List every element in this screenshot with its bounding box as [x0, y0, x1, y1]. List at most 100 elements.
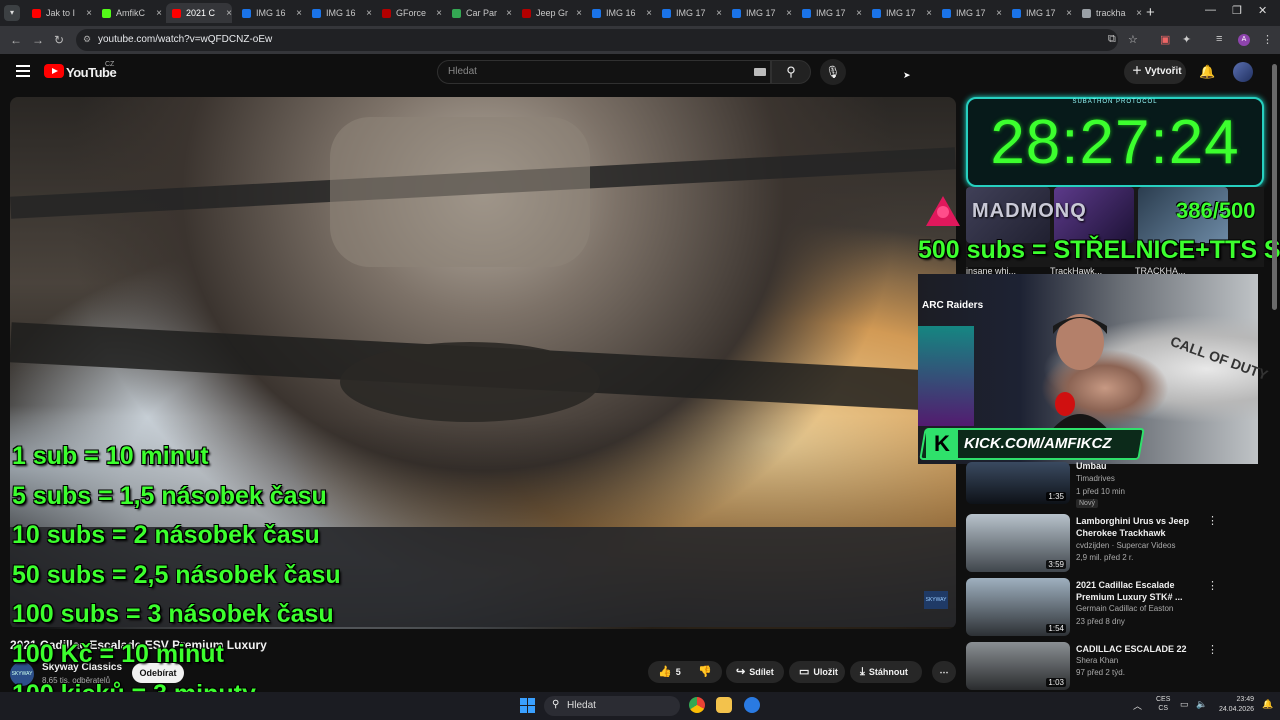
new-tab-button[interactable]: +: [1146, 4, 1155, 21]
tab-close-icon[interactable]: ×: [156, 8, 162, 19]
tab-close-icon[interactable]: ×: [1136, 8, 1142, 19]
browser-menu-icon[interactable]: ⋮: [1262, 33, 1273, 46]
rec-channel[interactable]: cvdzijden · Supercar Videos: [1076, 541, 1175, 550]
tab-close-icon[interactable]: ×: [856, 8, 862, 19]
browser-tab[interactable]: IMG 16 ×: [306, 3, 372, 23]
system-clock[interactable]: 23:49 24.04.2026: [1214, 695, 1254, 715]
like-count[interactable]: 5: [676, 667, 681, 677]
rec-thumbnail[interactable]: 1:54: [966, 578, 1070, 636]
windows-start-icon[interactable]: [520, 698, 535, 713]
volume-icon[interactable]: 🔈: [1196, 699, 1207, 710]
tab-close-icon[interactable]: ×: [926, 8, 932, 19]
dislike-icon[interactable]: 👎: [698, 661, 712, 683]
download-button[interactable]: ⤓ Stáhnout: [850, 661, 922, 683]
tab-close-icon[interactable]: ×: [436, 8, 442, 19]
tab-close-icon[interactable]: ×: [716, 8, 722, 19]
rec-channel[interactable]: Timadrives: [1076, 474, 1115, 483]
notifications-bell-icon[interactable]: 🔔: [1199, 64, 1215, 80]
rec-thumbnail[interactable]: 3:59: [966, 514, 1070, 572]
site-info-icon[interactable]: ⚙: [83, 34, 91, 45]
browser-tab[interactable]: IMG 17 ×: [726, 3, 792, 23]
rec-title[interactable]: CADILLAC ESCALADE 22: [1076, 643, 1196, 655]
rec-title[interactable]: 2021 Cadillac Escalade Premium Luxury ST…: [1076, 579, 1196, 603]
rec-channel[interactable]: Germain Cadillac of Easton: [1076, 604, 1173, 613]
create-button[interactable]: ＋ Vytvořit: [1124, 60, 1186, 84]
subathon-timer: 28:27:24: [990, 108, 1240, 177]
browser-tab[interactable]: trackha ×: [1076, 3, 1142, 23]
madmonq-brand: MADMONQ: [972, 200, 1087, 222]
rec-title[interactable]: Lamborghini Urus vs Jeep Cherokee Trackh…: [1076, 515, 1196, 539]
media-controls-icon[interactable]: ≡: [1216, 33, 1222, 45]
tab-close-icon[interactable]: ×: [86, 8, 92, 19]
browser-tab[interactable]: IMG 16 ×: [586, 3, 652, 23]
profile-avatar-icon[interactable]: A: [1238, 34, 1250, 46]
reload-icon[interactable]: ↻: [54, 33, 64, 47]
network-icon[interactable]: ▭: [1180, 699, 1189, 710]
rec-more-icon[interactable]: ⋮: [1207, 643, 1218, 656]
youtube-logo-icon[interactable]: [44, 64, 64, 78]
tab-search-dropdown[interactable]: ▾: [4, 5, 20, 21]
browser-tab[interactable]: IMG 17 ×: [866, 3, 932, 23]
browser-tab[interactable]: IMG 17 ×: [656, 3, 722, 23]
browser-tab[interactable]: IMG 17 ×: [796, 3, 862, 23]
tab-close-icon[interactable]: ×: [226, 8, 232, 19]
minimize-icon[interactable]: —: [1205, 4, 1216, 16]
search-button[interactable]: ⚲: [771, 60, 811, 84]
taskbar-search[interactable]: ⚲ Hledat: [544, 696, 680, 716]
page-scrollbar[interactable]: [1272, 64, 1277, 310]
tab-close-icon[interactable]: ×: [296, 8, 302, 19]
language-indicator[interactable]: CES CS: [1156, 695, 1170, 713]
address-bar[interactable]: ⚙ youtube.com/watch?v=wQFDCNZ-oEw ⧉ ☆: [76, 29, 1138, 51]
bookmark-star-icon[interactable]: ☆: [1128, 33, 1138, 46]
browser-tab[interactable]: IMG 17 ×: [1006, 3, 1072, 23]
cast-icon[interactable]: ⧉: [1108, 33, 1116, 46]
channel-watermark[interactable]: SKYWAY: [924, 591, 948, 609]
browser-tab[interactable]: Jeep Gr ×: [516, 3, 582, 23]
tab-label: AmfikC: [116, 8, 145, 18]
browser-tab[interactable]: AmfikC ×: [96, 3, 162, 23]
rec-thumbnail[interactable]: 1:35: [966, 462, 1070, 504]
save-button[interactable]: ▭ Uložit: [789, 661, 845, 683]
keyboard-icon[interactable]: [754, 68, 766, 76]
tab-favicon-icon: [382, 8, 391, 18]
browser-tab[interactable]: GForce ×: [376, 3, 442, 23]
rec-title[interactable]: Umbau: [1076, 460, 1196, 472]
menu-icon[interactable]: [16, 65, 30, 77]
save-label: Uložit: [813, 667, 838, 677]
more-actions-icon[interactable]: ⋯: [932, 661, 956, 683]
microphone-icon[interactable]: 🎙: [820, 59, 846, 85]
rec-thumbnail[interactable]: 1:03: [966, 642, 1070, 690]
forward-icon[interactable]: →: [32, 33, 44, 47]
browser-tab[interactable]: IMG 17 ×: [936, 3, 1002, 23]
browser-tab[interactable]: 2021 C ×: [166, 3, 232, 23]
app-icon[interactable]: [744, 697, 760, 713]
rec-more-icon[interactable]: ⋮: [1207, 514, 1218, 527]
extensions-puzzle-icon[interactable]: ✦: [1182, 33, 1191, 46]
close-window-icon[interactable]: ✕: [1258, 4, 1267, 17]
account-avatar[interactable]: [1233, 62, 1253, 82]
share-button[interactable]: ↪ Sdílet: [726, 661, 784, 683]
browser-tab[interactable]: Car Par ×: [446, 3, 512, 23]
back-icon[interactable]: ←: [10, 33, 22, 47]
chrome-app-icon[interactable]: [689, 697, 705, 713]
file-explorer-icon[interactable]: [716, 697, 732, 713]
tab-close-icon[interactable]: ×: [366, 8, 372, 19]
search-input[interactable]: [448, 66, 728, 77]
tab-close-icon[interactable]: ×: [576, 8, 582, 19]
restore-icon[interactable]: ❐: [1232, 4, 1242, 17]
like-icon[interactable]: 👍: [658, 666, 672, 678]
tab-close-icon[interactable]: ×: [996, 8, 1002, 19]
rec-channel[interactable]: Shera Khan: [1076, 656, 1118, 665]
extension-icon[interactable]: ▣: [1160, 33, 1170, 46]
tab-close-icon[interactable]: ×: [786, 8, 792, 19]
rec-meta: 1 před 10 min: [1076, 487, 1125, 496]
notification-center-icon[interactable]: 🔔: [1262, 699, 1273, 710]
tab-close-icon[interactable]: ×: [1066, 8, 1072, 19]
browser-tab[interactable]: Jak to I ×: [26, 3, 92, 23]
tray-chevron-icon[interactable]: ︿: [1133, 699, 1142, 712]
browser-tab[interactable]: IMG 16 ×: [236, 3, 302, 23]
rec-more-icon[interactable]: ⋮: [1207, 579, 1218, 592]
rgb-lights: [918, 326, 974, 426]
tab-close-icon[interactable]: ×: [646, 8, 652, 19]
tab-close-icon[interactable]: ×: [506, 8, 512, 19]
